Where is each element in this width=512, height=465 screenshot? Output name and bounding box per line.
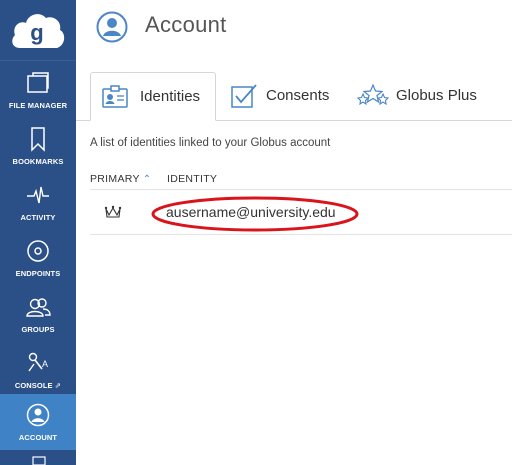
- sidebar-item-activity[interactable]: ACTIVITY: [0, 174, 76, 230]
- table-row-divider: [90, 234, 512, 235]
- annotation-ellipse: [151, 196, 359, 232]
- tab-label: Globus Plus: [396, 87, 477, 104]
- tab-label: Consents: [266, 87, 330, 104]
- groups-icon: [26, 298, 51, 317]
- bookmark-icon: [31, 127, 45, 152]
- tab-globus-plus[interactable]: Globus Plus: [346, 72, 496, 121]
- sidebar-item-label: FILE MANAGER: [8, 101, 68, 110]
- tab-identities[interactable]: Identities: [90, 72, 216, 121]
- endpoint-icon: [27, 240, 49, 262]
- sidebar-item-label: ACTIVITY: [20, 213, 56, 222]
- sidebar-item-file-manager[interactable]: FILE MANAGER: [0, 62, 76, 118]
- sidebar-item-label: GROUPS: [21, 325, 55, 334]
- identities-description: A list of identities linked to your Glob…: [90, 137, 331, 149]
- account-avatar-icon: [96, 11, 128, 43]
- tab-label: Identities: [140, 88, 201, 105]
- sidebar-item-console[interactable]: A CONSOLE ⇗: [0, 342, 76, 398]
- sidebar-item-groups[interactable]: GROUPS: [0, 286, 76, 342]
- column-header-label: IDENTITY: [167, 173, 218, 185]
- table-header-divider: [90, 189, 512, 190]
- console-icon: A: [28, 352, 48, 372]
- column-header-primary[interactable]: PRIMARY ⌃: [90, 173, 151, 185]
- activity-icon: [27, 186, 49, 204]
- sidebar-item-bookmarks[interactable]: BOOKMARKS: [0, 118, 76, 174]
- svg-text:g: g: [30, 20, 43, 45]
- globus-logo-icon[interactable]: g: [10, 8, 66, 52]
- nav-divider: [0, 60, 76, 61]
- sort-asc-icon: ⌃: [142, 174, 152, 185]
- external-link-icon: ⇗: [54, 381, 62, 390]
- crown-icon[interactable]: [104, 205, 122, 219]
- svg-text:A: A: [42, 359, 48, 369]
- tab-consents[interactable]: Consents: [220, 72, 340, 121]
- page-title: Account: [145, 12, 227, 37]
- column-header-label: PRIMARY: [90, 173, 140, 185]
- stars-icon: [356, 83, 390, 106]
- checkbox-checked-icon: [231, 84, 257, 108]
- sidebar-item-endpoints[interactable]: ENDPOINTS: [0, 230, 76, 286]
- more-icon: [32, 456, 46, 465]
- sidebar-item-label: ENDPOINTS: [15, 269, 61, 278]
- account-icon: [26, 403, 50, 427]
- id-card-icon: [102, 85, 128, 108]
- sidebar-item-label: CONSOLE ⇗: [14, 381, 62, 390]
- sidebar: g FILE MANAGER BOOKMARKS ACTIVITY ENDPOI…: [0, 0, 76, 465]
- sidebar-item-label: BOOKMARKS: [12, 157, 64, 166]
- sidebar-item-account[interactable]: ACCOUNT: [0, 394, 76, 450]
- sidebar-item-label: ACCOUNT: [18, 433, 58, 442]
- folder-icon: [27, 72, 49, 93]
- column-header-identity[interactable]: IDENTITY: [167, 173, 217, 185]
